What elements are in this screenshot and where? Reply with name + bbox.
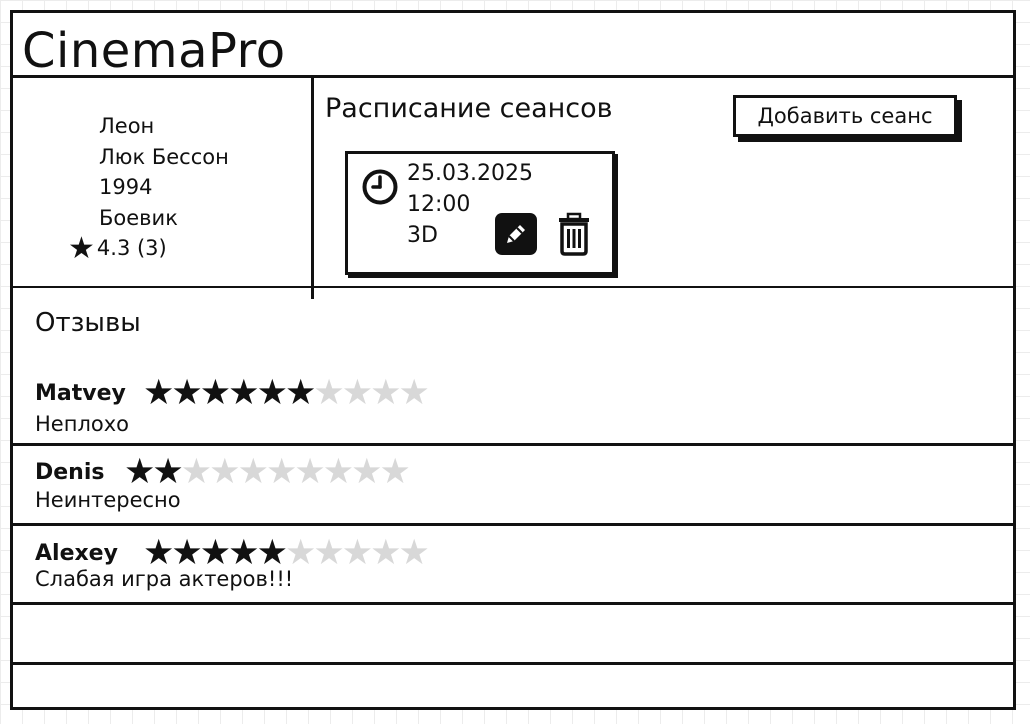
star-filled-icon: ★ [171,373,202,413]
star-empty-icon: ★ [341,533,373,573]
star-empty-icon: ★ [379,452,411,492]
top-section-divider [13,286,1013,288]
star-empty-icon: ★ [370,373,401,413]
app-title: CinemaPro [22,23,286,79]
movie-info: Леон Люк Бессон 1994 Боевик [99,111,229,233]
schedule-title: Расписание сеансов [325,93,613,124]
star-empty-icon: ★ [237,452,269,492]
star-empty-icon: ★ [398,533,430,573]
star-filled-icon: ★ [199,373,231,413]
star-empty-icon: ★ [180,452,212,492]
star-empty-icon: ★ [398,373,430,413]
info-schedule-divider [311,75,314,299]
star-empty-icon: ★ [313,533,344,573]
star-empty-icon: ★ [209,452,240,492]
review-author: Denis [35,460,105,485]
review-author: Alexey [35,541,118,566]
review-text: Неплохо [35,412,129,436]
review-text: Неинтересно [35,488,181,512]
star-empty-icon: ★ [294,452,325,492]
footer-divider [13,662,1013,665]
movie-director: Люк Бессон [99,144,229,169]
star-filled-icon: ★ [284,373,316,413]
star-icon: ★ [68,231,95,266]
movie-rating: ★4.3 (3) [68,233,167,264]
review-divider [13,523,1013,526]
session-date: 25.03.2025 [407,161,533,186]
review-stars: ★★★★★★★★★★ [143,373,430,413]
star-empty-icon: ★ [265,452,297,492]
star-filled-icon: ★ [228,373,259,413]
header-divider [13,75,1013,78]
star-empty-icon: ★ [313,373,344,413]
review-divider [13,443,1013,446]
star-filled-icon: ★ [256,373,288,413]
star-empty-icon: ★ [351,452,382,492]
star-filled-icon: ★ [152,452,183,492]
review-stars: ★★★★★★★★★★ [124,452,411,492]
delete-session-button[interactable] [554,211,594,257]
star-filled-icon: ★ [124,452,155,492]
pencil-icon [507,225,525,243]
star-empty-icon: ★ [322,452,354,492]
edit-session-button[interactable] [495,213,537,255]
session-card: 25.03.2025 12:00 3D [345,151,615,275]
star-filled-icon: ★ [143,373,174,413]
app-window: CinemaPro Леон Люк Бессон 1994 Боевик ★4… [10,10,1016,710]
review-stars: ★★★★★★★★★★ [143,533,430,573]
movie-year: 1994 [99,175,153,199]
trash-icon [559,212,589,256]
star-empty-icon: ★ [370,533,401,573]
movie-genre: Боевик [99,205,178,230]
review-author: Matvey [35,381,126,406]
review-text: Слабая игра актеров!!! [35,567,294,591]
movie-title: Леон [99,114,155,138]
reviews-title: Отзывы [35,308,141,338]
movie-rating-value: 4.3 (3) [96,236,167,260]
add-session-button[interactable]: Добавить сеанс [733,95,957,137]
review-divider [13,602,1013,605]
clock-icon [362,169,398,205]
star-empty-icon: ★ [341,373,373,413]
